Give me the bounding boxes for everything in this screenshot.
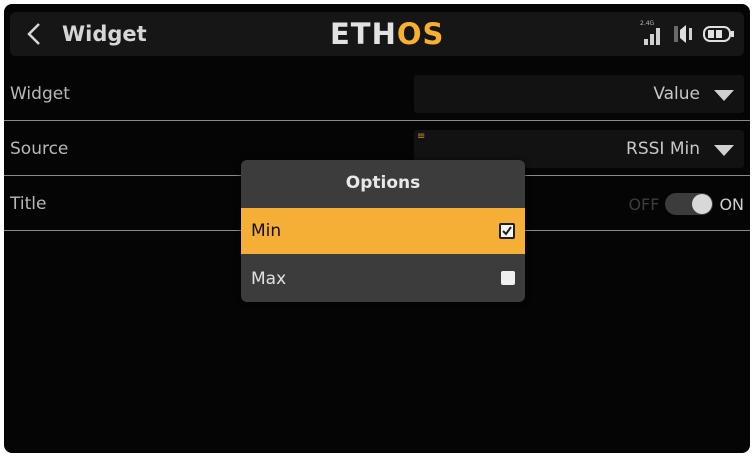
battery-icon [703, 26, 734, 42]
title-toggle[interactable]: OFF ON [628, 193, 744, 215]
options-dialog: Options Min Max [241, 160, 525, 302]
widget-type-value: Value [653, 84, 700, 104]
caret-down-icon [714, 145, 734, 156]
signal-bars-icon: 2.4G [640, 20, 668, 46]
widget-type-dropdown[interactable]: Value [414, 75, 744, 113]
caret-down-icon [714, 90, 734, 101]
title-label: Title [10, 194, 47, 214]
unchecked-checkbox-icon[interactable] [501, 271, 515, 285]
toggle-on-label: ON [719, 194, 744, 214]
ethos-logo: ETHOS [330, 17, 445, 51]
source-value: RSSI Min [626, 139, 700, 159]
dialog-title: Options [345, 173, 421, 193]
speaker-icon [674, 25, 692, 43]
row-widget: Widget Value [4, 70, 750, 121]
screen: Widget ETHOS 2.4G Widget Value Source ≡ … [4, 4, 750, 453]
back-button[interactable] [22, 21, 46, 47]
option-min[interactable]: Min [241, 208, 525, 254]
toggle-off-label: OFF [628, 194, 660, 214]
menu-icon: ≡ [417, 131, 426, 142]
widget-label: Widget [10, 84, 70, 104]
status-icons: 2.4G [640, 20, 736, 46]
option-label: Max [251, 269, 287, 289]
checked-checkbox-icon[interactable] [499, 223, 515, 239]
toggle-knob [692, 194, 713, 214]
chevron-left-icon [27, 23, 40, 45]
source-label: Source [10, 139, 69, 159]
header-bar: Widget ETHOS 2.4G [10, 12, 744, 56]
page-title: Widget [62, 22, 147, 46]
toggle-track[interactable] [665, 193, 714, 215]
option-label: Min [251, 221, 282, 241]
option-max[interactable]: Max [241, 256, 525, 302]
